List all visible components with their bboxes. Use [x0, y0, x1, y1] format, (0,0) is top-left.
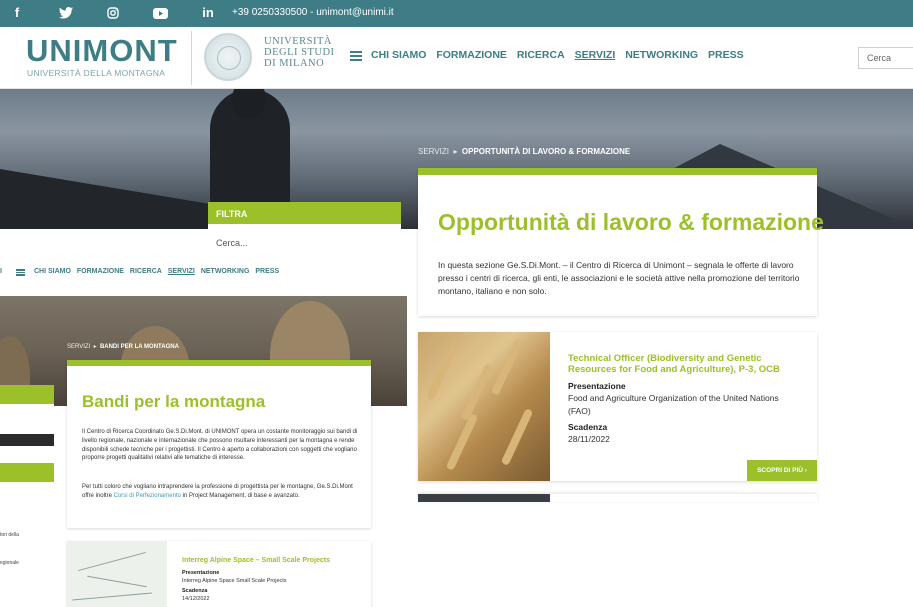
back-intro-paragraph: Il Centro di Ricerca Coordinato Ge.S.Di.… — [82, 429, 358, 462]
back-breadcrumb-separator: ▸ — [93, 344, 97, 350]
back-sidebar-category-header — [0, 463, 54, 482]
wheat-image — [418, 332, 550, 481]
breadcrumb-root[interactable]: SERVIZI — [418, 147, 449, 156]
back-sidebar-text: tori della — [0, 532, 19, 538]
back-navbar: I CHI SIAMO FORMAZIONE RICERCA SERVIZI N… — [0, 263, 407, 283]
next-job-image — [418, 494, 550, 502]
back-nav-servizi[interactable]: SERVIZI — [168, 268, 195, 275]
map-border-line — [78, 551, 146, 572]
twitter-icon[interactable] — [58, 5, 74, 21]
back-page-title: Bandi per la montagna — [82, 392, 266, 411]
back-sidebar-search[interactable] — [0, 404, 54, 434]
scadenza-value: 28/11/2022 — [568, 434, 610, 444]
back-nav-press[interactable]: PRESS — [255, 268, 279, 275]
scopri-di-piu-button[interactable]: SCOPRI DI PIÙ › — [747, 460, 817, 481]
next-job-listing-card[interactable] — [418, 494, 817, 502]
wheat-stalk — [490, 338, 524, 396]
breadcrumb-separator: ▸ — [453, 147, 458, 156]
logo-divider — [191, 31, 192, 85]
corsi-link[interactable]: Corsi di Perfezionamento — [114, 493, 181, 499]
search-input[interactable]: Cerca — [858, 47, 913, 69]
back-breadcrumb-root[interactable]: SERVIZI — [67, 344, 90, 350]
back-nav-formazione[interactable]: FORMAZIONE — [77, 268, 124, 275]
screenshot-collage: I CHI SIAMO FORMAZIONE RICERCA SERVIZI N… — [0, 0, 913, 607]
back-intro-paragraph-2: Per tutti coloro che vogliano intraprend… — [82, 483, 359, 501]
main-nav: CHI SIAMO FORMAZIONE RICERCA SERVIZI NET… — [371, 49, 751, 61]
back-listing-scadenza: 14/12/2022 — [182, 596, 210, 602]
wheat-stalk — [445, 413, 479, 471]
wheat-stalk — [425, 343, 459, 401]
facebook-icon[interactable]: f — [12, 5, 22, 21]
job-listing-card[interactable]: Technical Officer (Biodiversity and Gene… — [418, 332, 817, 481]
back-listing-presentazione-label: Presentazione — [182, 570, 220, 576]
logo-subtitle: UNIVERSITÀ DELLA MONTAGNA — [27, 68, 166, 78]
university-name[interactable]: UNIVERSITÀ DEGLI STUDI DI MILANO — [264, 36, 335, 69]
map-border-line — [87, 575, 147, 588]
nav-servizi[interactable]: SERVIZI — [575, 49, 616, 61]
menu-icon[interactable] — [350, 51, 362, 61]
nav-formazione[interactable]: FORMAZIONE — [436, 49, 507, 61]
filter-header: FILTRA — [208, 202, 401, 224]
back-listing-scadenza-label: Scadenza — [182, 588, 208, 594]
filter-search-input[interactable]: Cerca... — [208, 224, 401, 264]
back-para2-text-end: in Project Management, di base e avanzat… — [180, 492, 300, 499]
nav-chi-siamo[interactable]: CHI SIAMO — [371, 49, 426, 61]
site-header: UNIMONT UNIVERSITÀ DELLA MONTAGNA UNIVER… — [0, 27, 913, 89]
nav-press[interactable]: PRESS — [708, 49, 744, 61]
university-name-line: UNIVERSITÀ — [264, 36, 332, 47]
social-topbar: f in +39 0250330500 - unimont@unimi.it — [0, 0, 913, 27]
university-name-line: DEGLI STUDI — [264, 47, 335, 58]
contact-info: +39 0250330500 - unimont@unimi.it — [232, 7, 394, 18]
linkedin-icon[interactable]: in — [200, 5, 216, 21]
back-main-nav: CHI SIAMO FORMAZIONE RICERCA SERVIZI NET… — [34, 268, 283, 275]
intro-paragraph: In questa sezione Ge.S.Di.Mont. – il Cen… — [438, 260, 800, 296]
back-sidebar-text: egionale — [0, 560, 19, 566]
university-seal-icon[interactable] — [204, 33, 252, 81]
back-listing-presentazione: Interreg Alpine Space Small Scale Projec… — [182, 578, 287, 584]
back-sidebar-search-button[interactable] — [0, 434, 54, 446]
wheat-stalk — [500, 408, 534, 466]
back-menu-icon[interactable] — [16, 269, 25, 276]
breadcrumb: SERVIZI ▸ OPPORTUNITÀ DI LAVORO & FORMAZ… — [418, 147, 630, 156]
presentazione-value: Food and Agriculture Organization of the… — [568, 393, 779, 416]
back-breadcrumb-current: BANDI PER LA MONTAGNA — [99, 344, 179, 350]
back-listing-card[interactable]: Interreg Alpine Space – Small Scale Proj… — [67, 541, 371, 607]
breadcrumb-current: OPPORTUNITÀ DI LAVORO & FORMAZIONE — [461, 147, 631, 156]
back-nav-networking[interactable]: NETWORKING — [201, 268, 250, 275]
scadenza-label: Scadenza — [568, 422, 608, 432]
intro-card: Opportunità di lavoro & formazione In qu… — [418, 168, 824, 316]
job-title[interactable]: Technical Officer (Biodiversity and Gene… — [568, 353, 798, 375]
back-listing-title[interactable]: Interreg Alpine Space – Small Scale Proj… — [182, 557, 330, 564]
wheat-stalk — [460, 363, 494, 421]
presentazione-label: Presentazione — [568, 381, 626, 391]
back-nav-clipped-item[interactable]: I — [0, 268, 2, 275]
page-title: Opportunità di lavoro & formazione — [438, 209, 824, 235]
back-intro-card: Bandi per la montagna Il Centro di Ricer… — [67, 360, 371, 528]
youtube-icon[interactable] — [152, 5, 168, 21]
unimont-logo[interactable]: UNIMONT — [26, 33, 178, 69]
nav-networking[interactable]: NETWORKING — [625, 49, 698, 61]
back-nav-ricerca[interactable]: RICERCA — [130, 268, 162, 275]
instagram-icon[interactable] — [106, 5, 120, 21]
back-nav-chi-siamo[interactable]: CHI SIAMO — [34, 268, 71, 275]
back-breadcrumb: SERVIZI ▸ BANDI PER LA MONTAGNA — [67, 343, 179, 350]
back-sidebar-filter-header — [0, 385, 54, 404]
map-border-line — [72, 592, 152, 601]
university-name-line: DI MILANO — [264, 58, 325, 69]
alpine-map-image — [67, 541, 167, 607]
nav-ricerca[interactable]: RICERCA — [517, 49, 565, 61]
